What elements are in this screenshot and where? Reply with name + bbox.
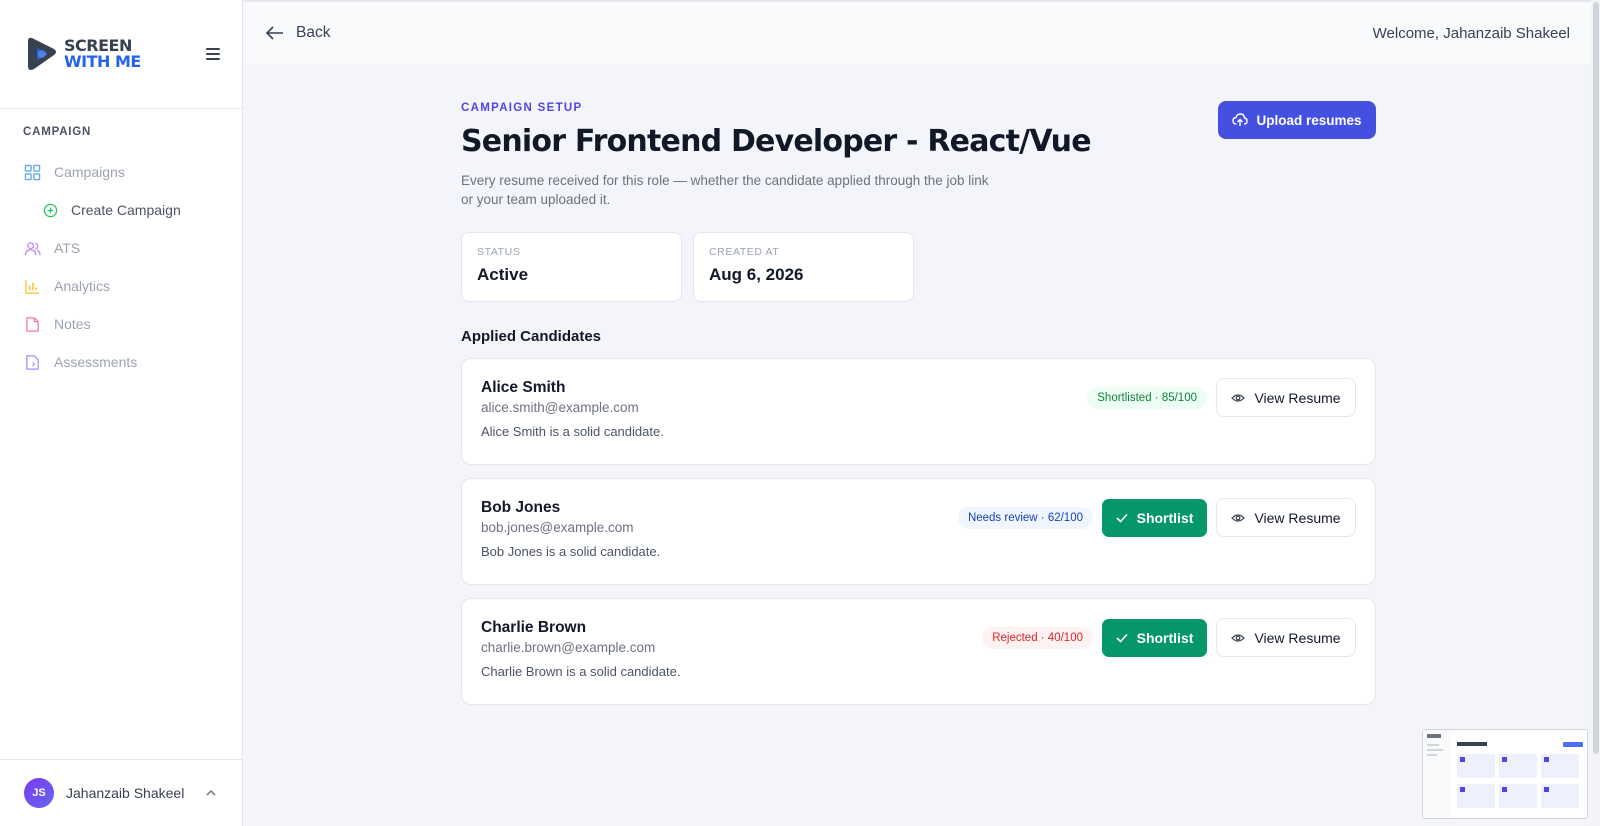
candidate-card: Charlie Brown charlie.brown@example.com … bbox=[461, 598, 1376, 705]
stat-value: Active bbox=[477, 265, 529, 284]
status-badge: Rejected · 40/100 bbox=[982, 626, 1093, 649]
logo-play-icon bbox=[28, 37, 56, 70]
sidebar-item-notes[interactable]: Notes bbox=[0, 305, 242, 343]
note-icon bbox=[26, 316, 39, 332]
campaign-stats: STATUS Active CREATED AT Aug 6, 2026 bbox=[461, 232, 1376, 302]
logo-row: SCREEN WITH ME bbox=[0, 0, 242, 109]
upload-resumes-button[interactable]: Upload resumes bbox=[1218, 101, 1376, 139]
document-icon bbox=[26, 354, 39, 370]
back-label: Back bbox=[296, 24, 331, 41]
sidebar-item-ats[interactable]: ATS bbox=[0, 229, 242, 267]
upload-resumes-label: Upload resumes bbox=[1256, 112, 1362, 128]
shortlist-label: Shortlist bbox=[1136, 509, 1194, 526]
sidebar-item-assessments[interactable]: Assessments bbox=[0, 343, 242, 381]
candidate-note: Charlie Brown is a solid candidate. bbox=[481, 664, 681, 679]
screen-preview-thumbnail[interactable] bbox=[1422, 729, 1588, 819]
shortlist-label: Shortlist bbox=[1136, 629, 1194, 646]
page-description: Every resume received for this role — wh… bbox=[461, 173, 989, 207]
sidebar-item-label: Assessments bbox=[54, 354, 138, 370]
sidebar-section-label: CAMPAIGN bbox=[23, 126, 92, 138]
sidebar-item-label: Analytics bbox=[54, 278, 111, 294]
sidebar: SCREEN WITH ME CAMPAIGN Campaigns Create… bbox=[0, 0, 243, 826]
grid-icon bbox=[24, 164, 41, 180]
candidate-actions: Rejected · 40/100 Shortlist View Resume bbox=[982, 618, 1356, 657]
check-icon bbox=[1116, 513, 1128, 523]
stat-label: CREATED AT bbox=[709, 246, 780, 258]
eye-icon bbox=[1231, 513, 1246, 522]
sidebar-item-label: ATS bbox=[54, 240, 81, 256]
preview-image bbox=[1423, 730, 1587, 818]
sidebar-item-label: Campaigns bbox=[54, 164, 125, 180]
candidate-note: Bob Jones is a solid candidate. bbox=[481, 544, 661, 559]
plus-circle-icon bbox=[43, 203, 58, 217]
view-resume-label: View Resume bbox=[1254, 509, 1341, 526]
hamburger-menu-icon[interactable] bbox=[206, 48, 220, 60]
candidate-card: Bob Jones bob.jones@example.com Bob Jone… bbox=[461, 478, 1376, 585]
welcome-message: Welcome, Jahanzaib Shakeel bbox=[1372, 24, 1570, 42]
eye-icon bbox=[1231, 393, 1246, 402]
sidebar-item-create-campaign[interactable]: Create Campaign bbox=[0, 191, 242, 229]
check-icon bbox=[1116, 633, 1128, 643]
view-resume-button[interactable]: View Resume bbox=[1216, 618, 1356, 657]
arrow-left-icon bbox=[266, 26, 283, 40]
stat-label: STATUS bbox=[477, 246, 521, 258]
scrollbar[interactable] bbox=[1591, 0, 1600, 826]
avatar: JS bbox=[24, 778, 54, 808]
candidate-card: Alice Smith alice.smith@example.com Alic… bbox=[461, 358, 1376, 465]
status-badge: Shortlisted · 85/100 bbox=[1087, 386, 1207, 409]
campaign-detail: CAMPAIGN SETUP Senior Frontend Developer… bbox=[461, 64, 1376, 705]
sidebar-item-campaigns[interactable]: Campaigns bbox=[0, 153, 242, 191]
candidate-actions: Shortlisted · 85/100 View Resume bbox=[1087, 378, 1356, 417]
status-badge: Needs review · 62/100 bbox=[957, 506, 1093, 529]
shortlist-button[interactable]: Shortlist bbox=[1102, 498, 1207, 537]
view-resume-button[interactable]: View Resume bbox=[1216, 378, 1356, 417]
sidebar-item-analytics[interactable]: Analytics bbox=[0, 267, 242, 305]
sidebar-item-label: Notes bbox=[54, 316, 91, 332]
users-icon bbox=[24, 241, 41, 255]
back-button[interactable]: Back bbox=[266, 24, 330, 42]
candidate-list: Alice Smith alice.smith@example.com Alic… bbox=[461, 358, 1376, 705]
view-resume-label: View Resume bbox=[1254, 389, 1341, 406]
scrollbar-thumb[interactable] bbox=[1593, 2, 1599, 754]
user-name: Jahanzaib Shakeel bbox=[66, 785, 185, 801]
shortlist-button[interactable]: Shortlist bbox=[1102, 618, 1207, 657]
sidebar-item-label: Create Campaign bbox=[71, 202, 181, 218]
cloud-upload-icon bbox=[1232, 113, 1249, 126]
stat-value: Aug 6, 2026 bbox=[709, 265, 804, 284]
user-menu[interactable]: JS Jahanzaib Shakeel bbox=[0, 759, 242, 826]
logo-text: SCREEN WITH ME bbox=[64, 38, 141, 70]
candidate-actions: Needs review · 62/100 Shortlist View Res… bbox=[957, 498, 1356, 537]
brand-logo[interactable]: SCREEN WITH ME bbox=[24, 35, 141, 73]
topbar: Back Welcome, Jahanzaib Shakeel bbox=[244, 0, 1600, 64]
status-stat-card: STATUS Active bbox=[461, 232, 682, 302]
candidates-section-title: Applied Candidates bbox=[461, 328, 602, 345]
candidate-note: Alice Smith is a solid candidate. bbox=[481, 424, 664, 439]
eye-icon bbox=[1231, 633, 1246, 642]
bar-chart-icon bbox=[25, 279, 40, 294]
chevron-up-icon[interactable] bbox=[204, 786, 218, 800]
logo-line-2: WITH ME bbox=[64, 52, 141, 71]
created-at-stat-card: CREATED AT Aug 6, 2026 bbox=[693, 232, 914, 302]
view-resume-button[interactable]: View Resume bbox=[1216, 498, 1356, 537]
view-resume-label: View Resume bbox=[1254, 629, 1341, 646]
